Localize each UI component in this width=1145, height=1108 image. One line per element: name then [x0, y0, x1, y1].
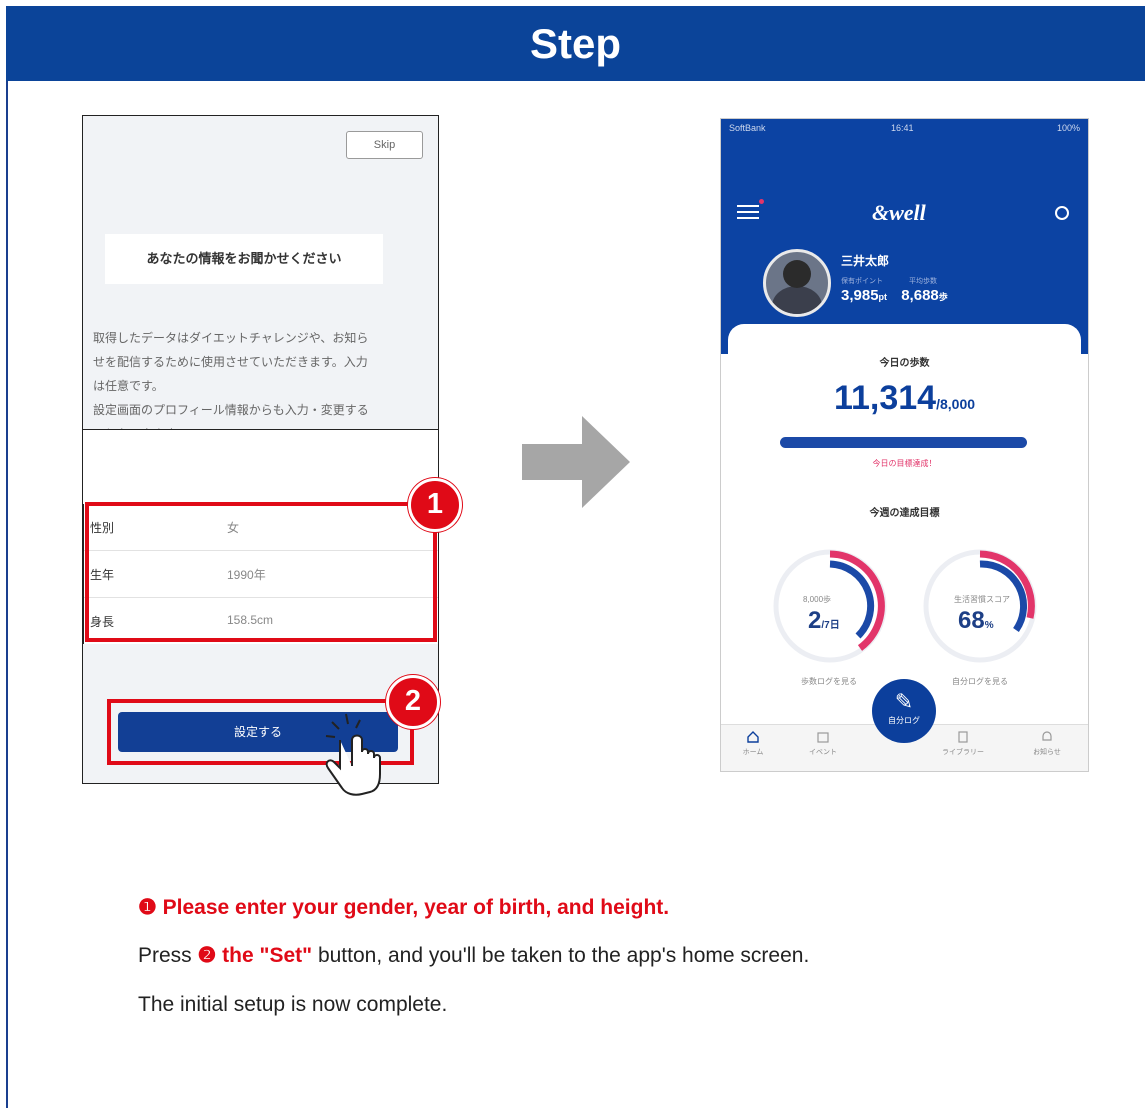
profile-input-screen: Skip あなたの情報をお聞かせください 取得したデータはダイエットチャレンジや…: [82, 115, 439, 430]
tab-event[interactable]: イベント: [793, 730, 853, 757]
today-steps-label: 今日の歩数: [879, 358, 930, 369]
step-header: Step: [6, 6, 1145, 81]
ring1-value: 2/7日: [808, 607, 840, 634]
highlight-box-1: [85, 502, 437, 642]
avatar[interactable]: [763, 249, 831, 317]
user-name: 三井太郎: [841, 254, 890, 268]
weekly-steps-ring[interactable]: [770, 546, 890, 666]
info-title: あなたの情報をお聞かせください: [105, 234, 383, 284]
gear-icon[interactable]: [1055, 206, 1069, 220]
skip-button[interactable]: Skip: [346, 131, 423, 159]
ring2-label: 生活習慣スコア: [954, 595, 1010, 604]
ring2-value: 68%: [958, 607, 994, 634]
tab-notifications[interactable]: お知らせ: [1017, 730, 1077, 757]
calendar-icon: [817, 732, 829, 743]
instruction-1: ❶ Please enter your gender, year of birt…: [138, 896, 670, 919]
tab-library[interactable]: ライブラリー: [933, 730, 993, 757]
hamburger-menu-icon[interactable]: [737, 205, 759, 223]
steps-log-link[interactable]: 歩数ログを見る: [801, 676, 857, 687]
lifestyle-score-ring[interactable]: [920, 546, 1040, 666]
instruction-2: Press ❷ the "Set" button, and you'll be …: [138, 944, 810, 967]
steps-card: 今日の歩数 11,314/8,000 今日の目標達成！ 今週の達成目標 8,00…: [728, 324, 1081, 716]
app-logo: &well: [872, 200, 926, 225]
home-header: [721, 119, 1088, 354]
badge-2: 2: [386, 675, 440, 729]
home-icon: [747, 731, 759, 743]
badge-1: 1: [408, 478, 462, 532]
phone-side: [82, 428, 439, 504]
pencil-icon: ✎: [894, 689, 914, 714]
goal-achieved-text: 今日の目標達成！: [872, 459, 937, 468]
self-log-fab[interactable]: ✎ 自分ログ: [872, 679, 936, 743]
weekly-goal-label: 今週の達成目標: [869, 508, 940, 519]
pointer-hand-icon: [325, 713, 381, 796]
phone-edge-left: [82, 504, 84, 644]
user-stat-labels: 保有ポイント 平均歩数: [841, 278, 937, 285]
step-title: Step: [529, 20, 621, 67]
self-log-link[interactable]: 自分ログを見る: [952, 676, 1008, 687]
book-icon: [958, 731, 968, 743]
notification-dot: [759, 199, 764, 204]
bell-icon: [1042, 731, 1052, 741]
status-bar: SoftBank 16:41 100%: [729, 123, 1080, 133]
tab-home[interactable]: ホーム: [723, 730, 783, 757]
user-stat-values: 3,985pt 8,688歩: [841, 287, 948, 304]
app-home-screen: SoftBank 16:41 100% &well 三井太郎 保有ポイント 平均歩…: [720, 118, 1089, 772]
description: 取得したデータはダイエットチャレンジや、お知ら せを配信するために使用させていた…: [93, 331, 369, 429]
steps-progress-bar: [780, 437, 1027, 448]
instruction-3: The initial setup is now complete.: [138, 993, 448, 1016]
today-steps-value: 11,314/8,000: [833, 379, 976, 417]
ring1-label: 8,000歩: [803, 595, 832, 604]
right-arrow-icon: [522, 416, 630, 508]
